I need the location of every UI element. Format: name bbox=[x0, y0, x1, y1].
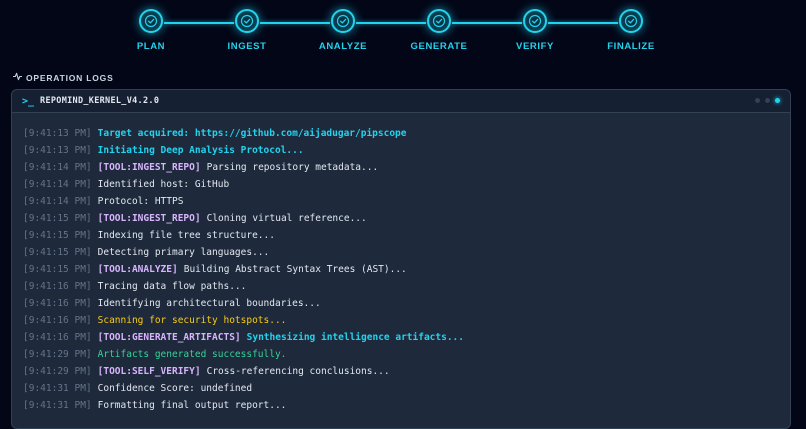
section-title: OPERATION LOGS bbox=[26, 72, 114, 83]
log-message: Protocol: HTTPS bbox=[97, 196, 184, 207]
step-label: PLAN bbox=[136, 41, 166, 52]
terminal-prompt-icon: >_ bbox=[22, 95, 35, 107]
log-line: [9:41:14 PM] Identified host: GitHub bbox=[23, 176, 790, 193]
step-verify: VERIFY bbox=[495, 9, 575, 52]
log-line: [9:41:15 PM] [TOOL:ANALYZE] Building Abstr… bbox=[23, 261, 790, 278]
log-timestamp: [9:41:15 PM] bbox=[23, 230, 92, 241]
log-timestamp: [9:41:15 PM] bbox=[23, 264, 92, 275]
log-message: Cloning virtual reference... bbox=[206, 213, 367, 224]
status-dot bbox=[765, 98, 770, 103]
step-label: VERIFY bbox=[516, 41, 554, 52]
log-tool-tag: [TOOL:SELF_VERIFY] bbox=[97, 366, 201, 377]
log-message: Tracing data flow paths... bbox=[97, 281, 247, 292]
step-plan: PLAN bbox=[111, 9, 191, 52]
log-line: [9:41:14 PM] Protocol: HTTPS bbox=[23, 193, 790, 210]
log-timestamp: [9:41:16 PM] bbox=[23, 281, 92, 292]
log-timestamp: [9:41:15 PM] bbox=[23, 247, 92, 258]
log-timestamp: [9:41:15 PM] bbox=[23, 213, 92, 224]
log-output[interactable]: [9:41:13 PM] Target acquired: https://git… bbox=[12, 113, 790, 414]
step-ingest: INGEST bbox=[207, 9, 287, 52]
log-line: [9:41:16 PM] [TOOL:GENERATE_ARTIFACTS] Syn… bbox=[23, 329, 790, 346]
step-finalize: FINALIZE bbox=[591, 9, 671, 52]
log-line: [9:41:13 PM] Target acquired: https://git… bbox=[23, 125, 790, 142]
log-message: Indexing file tree structure... bbox=[97, 230, 275, 241]
log-line: [9:41:16 PM] Identifying architectural bo… bbox=[23, 295, 790, 312]
log-timestamp: [9:41:13 PM] bbox=[23, 128, 92, 139]
log-line: [9:41:16 PM] Tracing data flow paths... bbox=[23, 278, 790, 295]
log-timestamp: [9:41:16 PM] bbox=[23, 298, 92, 309]
log-message: Initiating Deep Analysis Protocol... bbox=[97, 145, 304, 156]
log-timestamp: [9:41:14 PM] bbox=[23, 162, 92, 173]
log-timestamp: [9:41:14 PM] bbox=[23, 179, 92, 190]
log-message: Target acquired: https://github.com/aija… bbox=[97, 128, 407, 139]
terminal-header: >_ REPOMIND_KERNEL_V4.2.0 bbox=[12, 90, 790, 113]
log-message: Scanning for security hotspots... bbox=[97, 315, 287, 326]
step-label: GENERATE bbox=[410, 41, 468, 52]
log-timestamp: [9:41:29 PM] bbox=[23, 366, 92, 377]
log-message: Identified host: GitHub bbox=[97, 179, 230, 190]
log-line: [9:41:13 PM] Initiating Deep Analysis Pro… bbox=[23, 142, 790, 159]
log-tool-tag: [TOOL:ANALYZE] bbox=[97, 264, 178, 275]
check-circle-icon bbox=[523, 9, 547, 33]
log-tool-tag: [TOOL:GENERATE_ARTIFACTS] bbox=[97, 332, 241, 343]
log-line: [9:41:15 PM] Detecting primary languages.… bbox=[23, 244, 790, 261]
status-dot bbox=[755, 98, 760, 103]
check-circle-icon bbox=[331, 9, 355, 33]
log-line: [9:41:29 PM] Artifacts generated successf… bbox=[23, 346, 790, 363]
log-tool-tag: [TOOL:INGEST_REPO] bbox=[97, 213, 201, 224]
log-timestamp: [9:41:13 PM] bbox=[23, 145, 92, 156]
log-message: Detecting primary languages... bbox=[97, 247, 270, 258]
activity-icon bbox=[12, 72, 23, 83]
window-status-dots bbox=[755, 98, 780, 103]
log-message: Parsing repository metadata... bbox=[206, 162, 379, 173]
check-circle-icon bbox=[427, 9, 451, 33]
check-circle-icon bbox=[139, 9, 163, 33]
log-line: [9:41:31 PM] Formatting final output repo… bbox=[23, 397, 790, 414]
operation-logs-heading: OPERATION LOGS bbox=[12, 72, 114, 83]
log-line: [9:41:31 PM] Confidence Score: undefined bbox=[23, 380, 790, 397]
log-line: [9:41:15 PM] Indexing file tree structure… bbox=[23, 227, 790, 244]
pipeline-stepper: PLAN INGEST ANALYZE GENERATE VERIFY FINA… bbox=[0, 0, 806, 62]
log-tool-tag: [TOOL:INGEST_REPO] bbox=[97, 162, 201, 173]
check-circle-icon bbox=[619, 9, 643, 33]
log-message: Synthesizing intelligence artifacts... bbox=[246, 332, 464, 343]
log-timestamp: [9:41:16 PM] bbox=[23, 315, 92, 326]
log-message: Identifying architectural boundaries... bbox=[97, 298, 321, 309]
log-message: Confidence Score: undefined bbox=[97, 383, 253, 394]
log-line: [9:41:15 PM] [TOOL:INGEST_REPO] Cloning vi… bbox=[23, 210, 790, 227]
log-line: [9:41:14 PM] [TOOL:INGEST_REPO] Parsing re… bbox=[23, 159, 790, 176]
live-indicator-dot bbox=[775, 98, 780, 103]
log-line: [9:41:29 PM] [TOOL:SELF_VERIFY] Cross-refe… bbox=[23, 363, 790, 380]
log-timestamp: [9:41:16 PM] bbox=[23, 332, 92, 343]
log-timestamp: [9:41:29 PM] bbox=[23, 349, 92, 360]
log-timestamp: [9:41:31 PM] bbox=[23, 400, 92, 411]
step-label: ANALYZE bbox=[318, 41, 368, 52]
log-message: Artifacts generated successfully. bbox=[97, 349, 287, 360]
log-message: Cross-referencing conclusions... bbox=[206, 366, 390, 377]
log-timestamp: [9:41:14 PM] bbox=[23, 196, 92, 207]
step-analyze: ANALYZE bbox=[303, 9, 383, 52]
log-timestamp: [9:41:31 PM] bbox=[23, 383, 92, 394]
step-label: FINALIZE bbox=[607, 41, 655, 52]
terminal-window: >_ REPOMIND_KERNEL_V4.2.0 [9:41:13 PM] Ta… bbox=[11, 89, 791, 429]
log-message: Formatting final output report... bbox=[97, 400, 287, 411]
step-label: INGEST bbox=[227, 41, 267, 52]
step-generate: GENERATE bbox=[399, 9, 479, 52]
log-line: [9:41:16 PM] Scanning for security hotspo… bbox=[23, 312, 790, 329]
check-circle-icon bbox=[235, 9, 259, 33]
terminal-title: REPOMIND_KERNEL_V4.2.0 bbox=[40, 96, 160, 106]
log-message: Building Abstract Syntax Trees (AST)... bbox=[183, 264, 407, 275]
